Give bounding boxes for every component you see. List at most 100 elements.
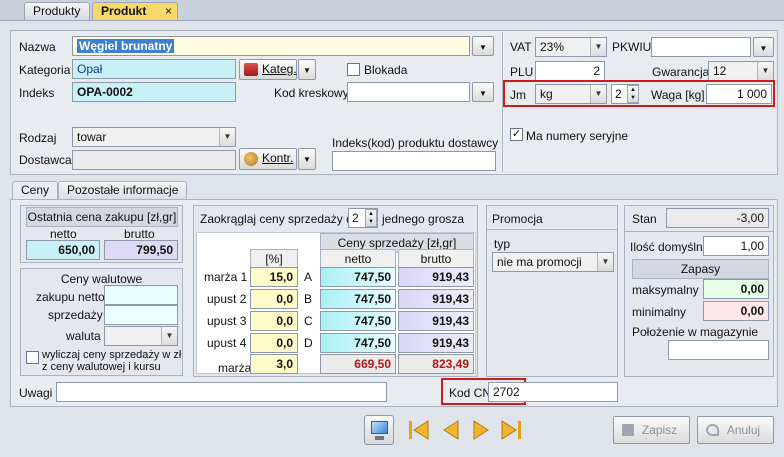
promo-typ-label: typ [494, 237, 511, 251]
kod-cn-label: Kod CN [449, 386, 492, 400]
rodzaj-select[interactable]: towar ▼ [72, 127, 236, 147]
kategoria-field[interactable]: Opał [72, 59, 236, 79]
price-brutto-4[interactable]: 919,43 [398, 333, 474, 353]
rounding-value: 2 [352, 211, 359, 225]
kod-kreskowy-field[interactable] [347, 82, 470, 102]
monitor-screen [371, 421, 388, 434]
sprzedazy-label: sprzedaży [48, 308, 103, 322]
chevron-down-icon: ▼ [757, 62, 773, 80]
kontrahent-button[interactable]: Kontr. [239, 148, 297, 170]
price-row-label-4: upust 4 [207, 336, 247, 350]
price-netto-2[interactable]: 747,50 [320, 289, 396, 309]
vat-label: VAT [510, 40, 532, 54]
price-netto-3[interactable]: 747,50 [320, 311, 396, 331]
blokada-checkbox[interactable] [347, 63, 360, 76]
ilosc-field[interactable]: 1,00 [703, 236, 769, 256]
rounding-spinner[interactable]: ▲ ▼ [365, 209, 377, 227]
prev-record-icon[interactable] [438, 417, 464, 443]
nazwa-field[interactable]: Węgiel brunatny [72, 36, 470, 56]
rodzaj-label: Rodzaj [19, 131, 57, 145]
uwagi-field[interactable] [56, 382, 387, 402]
kategorie-menu-button[interactable]: ▼ [298, 59, 316, 80]
wyliczaj-checkbox[interactable] [26, 351, 39, 364]
tab-produkt[interactable]: Produkt × [92, 2, 178, 20]
kategoria-value: Opał [77, 62, 103, 76]
contractor-icon [244, 152, 258, 166]
kod-kreskowy-dropdown-button[interactable]: ▼ [472, 82, 494, 102]
price-pct-1[interactable]: 15,0 [250, 267, 298, 287]
subtab-pozostale[interactable]: Pozostałe informacje [58, 181, 188, 200]
price-brutto-1[interactable]: 919,43 [398, 267, 474, 287]
chevron-down-icon: ▼ [590, 38, 606, 56]
ma-numery-checkbox[interactable]: ✓ [510, 128, 523, 141]
jm-value: kg [540, 87, 553, 101]
last-price-brutto-label: brutto [124, 227, 155, 241]
tab-produkty[interactable]: Produkty [24, 2, 90, 20]
last-record-icon[interactable] [498, 417, 524, 443]
kategorie-button-label: Kateg. [262, 62, 297, 76]
wyliczaj-label-2: z ceny walutowej i kursu [42, 361, 161, 373]
gwarancja-select[interactable]: 12 ▼ [708, 61, 774, 81]
chevron-down-icon: ▼ [161, 327, 177, 345]
price-row-label-3: upust 3 [207, 314, 247, 328]
anuluj-button[interactable]: Anuluj [697, 416, 774, 444]
promo-title: Promocja [492, 212, 543, 226]
price-netto-4[interactable]: 747,50 [320, 333, 396, 353]
zakupu-netto-field[interactable] [104, 285, 178, 305]
max-label: maksymalny [632, 283, 699, 297]
indeks-field[interactable]: OPA-0002 [72, 82, 236, 102]
price-brutto-2[interactable]: 919,43 [398, 289, 474, 309]
price-row-label-2: upust 2 [207, 292, 247, 306]
rodzaj-value: towar [77, 130, 107, 144]
zapisz-button[interactable]: Zapisz [613, 416, 690, 444]
tab-produkt-label: Produkt [101, 4, 147, 18]
anuluj-button-label: Anuluj [726, 423, 761, 437]
kategoria-label: Kategoria [19, 63, 71, 77]
chevron-down-icon: ▼ [219, 128, 235, 146]
waluta-select[interactable]: ▼ [104, 326, 178, 346]
kontrahent-menu-button[interactable]: ▼ [298, 148, 316, 170]
price-netto-1[interactable]: 747,50 [320, 267, 396, 287]
pkwiu-dropdown-button[interactable]: ▼ [753, 37, 774, 57]
price-pct-3[interactable]: 0,0 [250, 311, 298, 331]
jm-select[interactable]: kg ▼ [535, 84, 607, 104]
marza-brutto: 823,49 [398, 354, 474, 374]
max-field[interactable]: 0,00 [703, 279, 769, 299]
wyliczaj-label-1: wyliczaj ceny sprzedaży w zł [42, 349, 182, 361]
monitor-icon[interactable] [364, 415, 394, 445]
next-record-icon[interactable] [468, 417, 494, 443]
nazwa-dropdown-button[interactable]: ▼ [472, 36, 494, 56]
price-brutto-3[interactable]: 919,43 [398, 311, 474, 331]
price-letter-4: D [304, 336, 313, 350]
first-record-icon[interactable] [406, 417, 432, 443]
jm-precision-spinner[interactable]: ▲ ▼ [627, 85, 639, 103]
dostawca-field[interactable] [72, 150, 236, 170]
waga-field[interactable]: 1 000 [706, 84, 772, 104]
price-pct-2[interactable]: 0,0 [250, 289, 298, 309]
promo-typ-value: nie ma promocji [497, 255, 582, 269]
subtab-pozostale-label: Pozostałe informacje [67, 183, 179, 197]
pkwiu-field[interactable] [651, 37, 751, 57]
kategorie-button[interactable]: Kateg. [239, 59, 297, 80]
marza-pct[interactable]: 3,0 [250, 354, 298, 374]
subtab-ceny[interactable]: Ceny [12, 181, 59, 200]
polozenie-field[interactable] [668, 340, 769, 360]
indeks-dostawcy-field[interactable] [332, 151, 496, 171]
uwagi-label: Uwagi [19, 386, 53, 400]
min-field[interactable]: 0,00 [703, 301, 769, 321]
marza-netto: 669,50 [320, 354, 396, 374]
jm-label: Jm [510, 88, 526, 102]
vat-select[interactable]: 23% ▼ [535, 37, 607, 57]
plu-field[interactable]: 2 [535, 61, 605, 81]
ilosc-label: Ilość domyślna [630, 240, 710, 254]
last-price-netto-value: 650,00 [26, 240, 100, 260]
plu-label: PLU [510, 65, 534, 79]
sprzedazy-field[interactable] [104, 305, 178, 325]
stock-divider [625, 231, 773, 232]
close-icon[interactable]: × [165, 3, 172, 19]
price-pct-4[interactable]: 0,0 [250, 333, 298, 353]
promo-typ-select[interactable]: nie ma promocji ▼ [492, 252, 614, 272]
chevron-down-icon: ▼ [759, 44, 768, 53]
chevron-down-icon: ▼ [303, 66, 311, 75]
kod-cn-field[interactable]: 2702 [488, 382, 618, 402]
